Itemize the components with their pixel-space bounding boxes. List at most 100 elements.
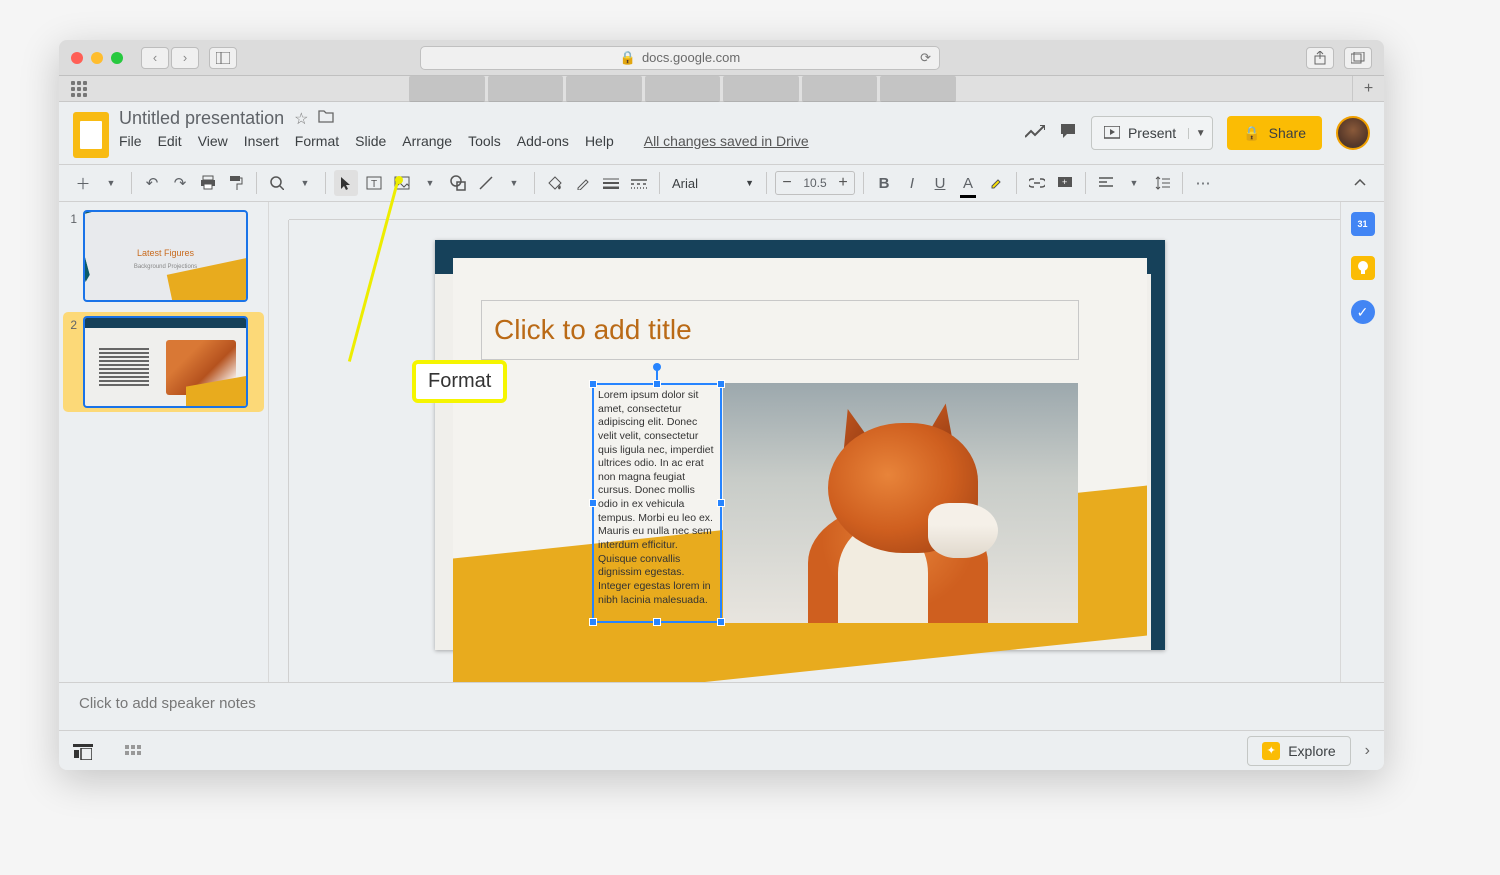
insert-link-button[interactable] — [1025, 170, 1049, 196]
tasks-icon[interactable]: ✓ — [1351, 300, 1375, 324]
menu-file[interactable]: File — [119, 133, 142, 149]
menu-arrange[interactable]: Arrange — [402, 133, 452, 149]
slide-canvas[interactable]: Click to add title Lorem ipsum — [435, 240, 1165, 650]
calendar-icon[interactable]: 31 — [1351, 212, 1375, 236]
border-dash-button[interactable] — [627, 170, 651, 196]
share-button[interactable]: 🔒 Share — [1227, 116, 1322, 150]
redo-button[interactable]: ↷ — [168, 170, 192, 196]
doc-title[interactable]: Untitled presentation — [119, 108, 284, 129]
activity-icon[interactable] — [1025, 123, 1045, 144]
explore-icon: ✦ — [1262, 742, 1280, 760]
slides-logo-icon — [73, 112, 109, 158]
bold-button[interactable]: B — [872, 170, 896, 196]
minimize-window-button[interactable] — [91, 52, 103, 64]
textbox-selection[interactable] — [592, 383, 722, 623]
reload-icon[interactable]: ⟳ — [920, 50, 931, 66]
keep-icon[interactable] — [1351, 256, 1375, 280]
border-color-button[interactable] — [571, 170, 595, 196]
forward-button[interactable]: › — [171, 47, 199, 69]
present-button[interactable]: Present — [1092, 125, 1188, 141]
new-tab-button[interactable]: + — [1352, 76, 1384, 102]
line-tool[interactable] — [474, 170, 498, 196]
present-dropdown[interactable]: ▼ — [1188, 128, 1212, 139]
rotate-handle[interactable] — [653, 363, 661, 371]
explore-button[interactable]: ✦ Explore — [1247, 736, 1350, 766]
menu-insert[interactable]: Insert — [244, 133, 279, 149]
resize-handle[interactable] — [717, 618, 725, 626]
zoom-dropdown[interactable]: ▼ — [293, 170, 317, 196]
line-spacing-icon — [1154, 176, 1170, 190]
new-slide-button[interactable]: ＋ — [71, 170, 95, 196]
font-size-increase[interactable]: + — [832, 174, 854, 192]
highlight-button[interactable] — [984, 170, 1008, 196]
menu-format[interactable]: Format — [295, 133, 339, 149]
fill-color-button[interactable] — [543, 170, 567, 196]
underline-button[interactable]: U — [928, 170, 952, 196]
image-dropdown[interactable]: ▼ — [418, 170, 442, 196]
textbox-tool[interactable]: T — [362, 170, 386, 196]
close-window-button[interactable] — [71, 52, 83, 64]
side-panel-toggle[interactable]: › — [1365, 742, 1370, 760]
select-tool[interactable] — [334, 170, 358, 196]
annotation-dot — [395, 176, 403, 184]
sidebar-toggle-icon[interactable] — [209, 47, 237, 69]
font-size-value[interactable]: 10.5 — [798, 176, 832, 190]
image-tool[interactable] — [390, 170, 414, 196]
title-placeholder[interactable]: Click to add title — [481, 300, 1079, 360]
resize-handle[interactable] — [589, 618, 597, 626]
font-size-decrease[interactable]: − — [776, 174, 798, 192]
comments-icon[interactable] — [1059, 122, 1077, 145]
bottom-bar: ✦ Explore › — [59, 730, 1384, 770]
resize-handle[interactable] — [589, 499, 597, 507]
insert-comment-button[interactable]: + — [1053, 170, 1077, 196]
undo-button[interactable]: ↶ — [140, 170, 164, 196]
side-rail: 31 ✓ — [1340, 202, 1384, 682]
menu-addons[interactable]: Add-ons — [517, 133, 569, 149]
tabs-overview-icon[interactable] — [1344, 47, 1372, 69]
textbox-icon: T — [366, 176, 382, 190]
move-folder-icon[interactable] — [318, 109, 334, 128]
grid-view-button[interactable] — [123, 744, 143, 758]
border-weight-button[interactable] — [599, 170, 623, 196]
resize-handle[interactable] — [717, 499, 725, 507]
menu-tools[interactable]: Tools — [468, 133, 501, 149]
shape-tool[interactable] — [446, 170, 470, 196]
slide-thumbnail-2[interactable] — [83, 316, 248, 408]
resize-handle[interactable] — [653, 380, 661, 388]
line-spacing-button[interactable] — [1150, 170, 1174, 196]
print-button[interactable] — [196, 170, 220, 196]
line-dropdown[interactable]: ▼ — [502, 170, 526, 196]
menu-edit[interactable]: Edit — [158, 133, 182, 149]
speaker-notes[interactable]: Click to add speaker notes — [59, 682, 1384, 730]
nav-arrows: ‹ › — [141, 47, 199, 69]
zoom-button[interactable] — [265, 170, 289, 196]
paint-format-button[interactable] — [224, 170, 248, 196]
fullscreen-window-button[interactable] — [111, 52, 123, 64]
resize-handle[interactable] — [653, 618, 661, 626]
slide-image[interactable] — [723, 383, 1078, 623]
new-slide-dropdown[interactable]: ▼ — [99, 170, 123, 196]
resize-handle[interactable] — [717, 380, 725, 388]
share-sheet-icon[interactable] — [1306, 47, 1334, 69]
align-button[interactable] — [1094, 170, 1118, 196]
star-icon[interactable]: ☆ — [294, 109, 308, 129]
slide-thumbnail-1[interactable]: Latest Figures Background Projections — [83, 210, 248, 302]
save-status[interactable]: All changes saved in Drive — [644, 133, 809, 149]
account-avatar[interactable] — [1336, 116, 1370, 150]
collapse-toolbar-button[interactable] — [1348, 170, 1372, 196]
filmstrip-view-button[interactable] — [73, 744, 93, 758]
text-color-button[interactable]: A — [956, 170, 980, 196]
address-bar[interactable]: 🔒 docs.google.com ⟳ — [420, 46, 940, 70]
comment-plus-icon: + — [1057, 176, 1073, 190]
resize-handle[interactable] — [589, 380, 597, 388]
font-family-select[interactable]: Arial▼ — [668, 171, 758, 195]
menu-slide[interactable]: Slide — [355, 133, 386, 149]
redacted-tabs — [409, 76, 959, 102]
back-button[interactable]: ‹ — [141, 47, 169, 69]
apps-grid-icon[interactable] — [71, 81, 87, 97]
menu-view[interactable]: View — [198, 133, 228, 149]
italic-button[interactable]: I — [900, 170, 924, 196]
menu-help[interactable]: Help — [585, 133, 614, 149]
more-button[interactable]: ⋯ — [1191, 170, 1215, 196]
align-dropdown[interactable]: ▼ — [1122, 170, 1146, 196]
